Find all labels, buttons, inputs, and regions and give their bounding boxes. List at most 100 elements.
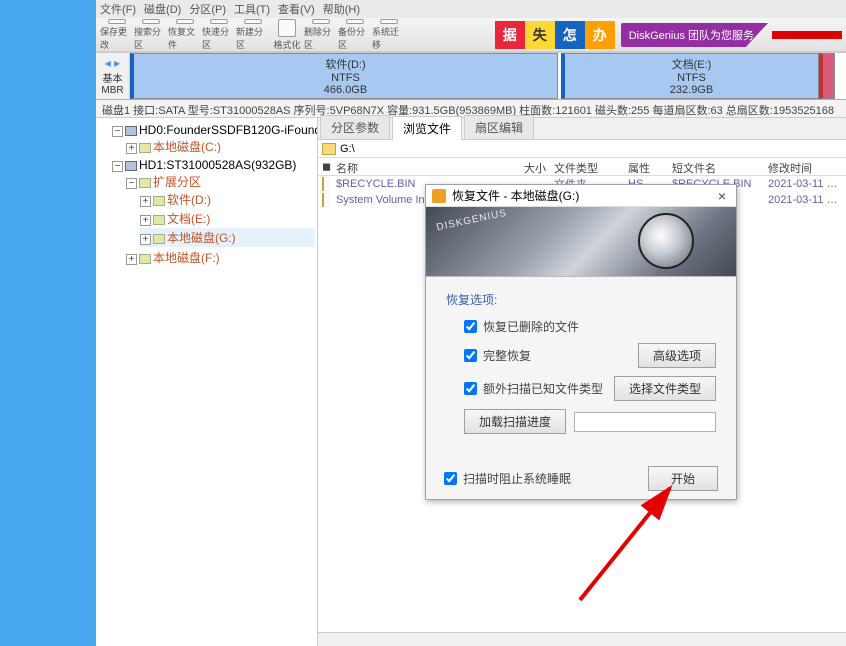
search-icon [142, 19, 160, 24]
tb-search[interactable]: 搜索分区 [134, 19, 168, 51]
promo-char-3: 怎 [555, 21, 585, 49]
recover-dialog: 恢复文件 - 本地磁盘(G:) × 恢复选项: 恢复已删除的文件 完整恢复 高级… [425, 184, 737, 500]
nav-arrows-icon[interactable]: ◂ ▸ [105, 56, 120, 70]
newpart-icon [244, 19, 262, 24]
tb-save[interactable]: 保存更改 [100, 19, 134, 51]
tree-vol-e[interactable]: 文档(E:) [167, 212, 210, 226]
toggle-icon[interactable]: + [126, 254, 137, 265]
tab-sector-edit[interactable]: 扇区编辑 [464, 115, 534, 139]
disk-platter-icon [638, 213, 694, 269]
volume-icon [153, 196, 165, 206]
partition-e-name: 文档(E:) [672, 56, 712, 72]
close-icon[interactable]: × [714, 188, 730, 204]
folder-icon [322, 193, 324, 207]
promo-tag: DiskGenius 团队为您服务 [621, 23, 768, 47]
partition-d-name: 软件(D:) [325, 56, 365, 72]
col-time[interactable]: 修改时间 [764, 158, 846, 175]
btn-load-progress[interactable]: 加载扫描进度 [464, 409, 566, 434]
cb-scan-known-types[interactable]: 额外扫描已知文件类型 [464, 380, 603, 397]
col-size[interactable]: 大小 [492, 158, 550, 175]
menu-tools[interactable]: 工具(T) [234, 1, 270, 17]
toolbar: 保存更改 搜索分区 恢复文件 快速分区 新建分区 格式化 删除分区 备份分区 系… [96, 18, 846, 52]
menu-bar: 文件(F) 磁盘(D) 分区(P) 工具(T) 查看(V) 帮助(H) [96, 0, 846, 18]
partition-e[interactable]: 文档(E:) NTFS 232.9GB [561, 53, 819, 99]
dialog-hero-image [426, 207, 736, 277]
btn-advanced[interactable]: 高级选项 [638, 343, 716, 368]
section-label: 恢复选项: [446, 291, 716, 308]
delete-icon [312, 19, 330, 24]
volume-icon [139, 143, 151, 153]
volume-icon [153, 234, 165, 244]
tb-newpart[interactable]: 新建分区 [236, 19, 270, 51]
save-icon [108, 19, 126, 24]
tb-format[interactable]: 格式化 [270, 19, 304, 51]
progress-path-input[interactable] [574, 412, 716, 432]
toggle-icon[interactable]: + [140, 196, 151, 207]
partition-d-size: 466.0GB [324, 84, 367, 96]
path-bar: G:\ [318, 140, 846, 158]
disk-tree: −HD0:FounderSSDFB120G-iFound(112G +本地磁盘(… [96, 118, 318, 646]
promo-char-4: 办 [585, 21, 615, 49]
cb-full-recover[interactable]: 完整恢复 [464, 347, 531, 364]
partition-d-fs: NTFS [331, 72, 360, 84]
toggle-icon[interactable]: + [140, 215, 151, 226]
tb-quickpart[interactable]: 快速分区 [202, 19, 236, 51]
cb-recover-deleted[interactable]: 恢复已删除的文件 [464, 318, 579, 335]
promo-redbar [772, 31, 842, 39]
tab-partition-params[interactable]: 分区参数 [320, 115, 390, 139]
menu-partition[interactable]: 分区(P) [189, 1, 226, 17]
tree-vol-f[interactable]: 本地磁盘(F:) [153, 251, 220, 265]
tb-recover[interactable]: 恢复文件 [168, 19, 202, 51]
ext-part-icon [139, 178, 151, 188]
tb-backup[interactable]: 备份分区 [338, 19, 372, 51]
folder-icon [322, 143, 336, 155]
disk-icon [125, 161, 137, 171]
volume-icon [153, 215, 165, 225]
menu-disk[interactable]: 磁盘(D) [144, 1, 181, 17]
btn-start[interactable]: 开始 [648, 466, 718, 491]
tree-hd0[interactable]: HD0:FounderSSDFB120G-iFound(112G [139, 123, 318, 137]
promo-char-1: 据 [495, 21, 525, 49]
tb-migrate[interactable]: 系统迁移 [372, 19, 406, 51]
dialog-title: 恢复文件 - 本地磁盘(G:) [452, 187, 579, 204]
strip-meta: ◂ ▸ 基本 MBR [96, 53, 130, 99]
toggle-icon[interactable]: + [126, 143, 137, 154]
promo-char-2: 失 [525, 21, 555, 49]
col-name[interactable]: 名称 [332, 158, 492, 175]
partition-d[interactable]: 软件(D:) NTFS 466.0GB [130, 53, 558, 99]
col-short[interactable]: 短文件名 [668, 158, 764, 175]
horizontal-scrollbar[interactable] [318, 632, 846, 646]
menu-help[interactable]: 帮助(H) [323, 1, 360, 17]
tree-vol-d[interactable]: 软件(D:) [167, 193, 211, 207]
menu-file[interactable]: 文件(F) [100, 1, 136, 17]
tree-hd1[interactable]: HD1:ST31000528AS(932GB) [139, 158, 296, 172]
menu-view[interactable]: 查看(V) [278, 1, 315, 17]
partition-strip: ◂ ▸ 基本 MBR 软件(D:) NTFS 466.0GB 文档(E:) NT… [96, 52, 846, 100]
dialog-titlebar[interactable]: 恢复文件 - 本地磁盘(G:) × [426, 185, 736, 207]
volume-icon [139, 254, 151, 264]
btn-select-types[interactable]: 选择文件类型 [614, 376, 716, 401]
file-header: ◼ 名称 大小 文件类型 属性 短文件名 修改时间 [318, 158, 846, 176]
app-icon [432, 189, 446, 203]
toggle-icon[interactable]: − [112, 126, 123, 137]
tab-browse-files[interactable]: 浏览文件 [392, 116, 462, 140]
toggle-icon[interactable]: − [126, 178, 137, 189]
quickpart-icon [210, 19, 228, 24]
promo-banner: 据 失 怎 办 DiskGenius 团队为您服务 [495, 18, 842, 52]
toggle-icon[interactable]: − [112, 161, 123, 172]
col-type[interactable]: 文件类型 [550, 158, 624, 175]
cb-prevent-sleep[interactable]: 扫描时阻止系统睡眠 [444, 470, 571, 487]
col-attr[interactable]: 属性 [624, 158, 668, 175]
partition-tail[interactable] [819, 53, 835, 99]
tb-delete[interactable]: 删除分区 [304, 19, 338, 51]
folder-icon [322, 177, 324, 191]
tree-vol-c[interactable]: 本地磁盘(C:) [153, 140, 221, 154]
tree-vol-g[interactable]: 本地磁盘(G:) [167, 231, 236, 245]
toggle-icon[interactable]: + [140, 234, 151, 245]
disk-icon [125, 126, 137, 136]
partition-e-fs: NTFS [677, 72, 706, 84]
recover-icon [176, 19, 194, 24]
tree-ext[interactable]: 扩展分区 [153, 175, 201, 189]
col-icon[interactable]: ◼ [318, 158, 332, 175]
tabs: 分区参数 浏览文件 扇区编辑 [318, 118, 846, 140]
